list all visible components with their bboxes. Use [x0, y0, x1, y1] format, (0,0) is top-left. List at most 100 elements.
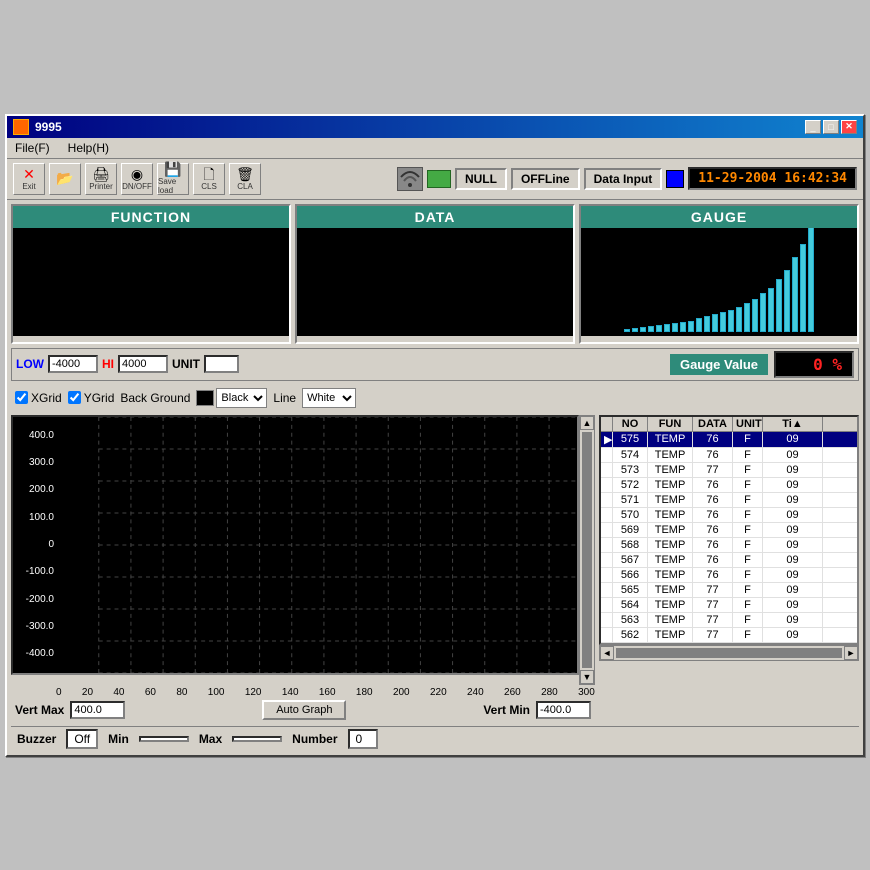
- td-fun: TEMP: [648, 432, 693, 447]
- horizontal-scrollbar[interactable]: ◄ ►: [599, 645, 859, 661]
- td-data: 76: [693, 493, 733, 507]
- offline-status[interactable]: OFFLine: [511, 168, 580, 190]
- td-no: 569: [613, 523, 648, 537]
- td-fun: TEMP: [648, 448, 693, 462]
- table-row[interactable]: 566 TEMP 76 F 09: [601, 568, 857, 583]
- gauge-bar-12: [720, 312, 726, 332]
- saveload-label: Save load: [158, 177, 188, 195]
- h-scroll-thumb[interactable]: [616, 648, 842, 658]
- menu-file[interactable]: File(F): [11, 140, 54, 156]
- td-time: 09: [763, 523, 823, 537]
- saveload-icon: 💾: [164, 162, 181, 176]
- gauge-bar-16: [752, 299, 758, 332]
- y-label-200: 200.0: [15, 484, 56, 495]
- scroll-right-button[interactable]: ►: [844, 646, 858, 660]
- exit-icon: ✕: [23, 167, 35, 181]
- scroll-up-button[interactable]: ▲: [580, 416, 594, 430]
- auto-graph-container: Auto Graph: [131, 700, 477, 720]
- bg-color-selector: Black White Blue Gray: [196, 388, 267, 408]
- dnoff-button[interactable]: ◉ DN/OFF: [121, 163, 153, 195]
- td-unit: F: [733, 553, 763, 567]
- maximize-button[interactable]: □: [823, 120, 839, 134]
- cls-label: CLS: [201, 182, 217, 191]
- td-time: 09: [763, 448, 823, 462]
- menu-help[interactable]: Help(H): [64, 140, 113, 156]
- saveload-button[interactable]: 💾 Save load: [157, 163, 189, 195]
- line-color-dropdown[interactable]: White Black Yellow Green: [302, 388, 356, 408]
- app-icon: [13, 119, 29, 135]
- vert-row: Vert Max Auto Graph Vert Min: [11, 698, 595, 722]
- table-row[interactable]: 565 TEMP 77 F 09: [601, 583, 857, 598]
- td-no: 568: [613, 538, 648, 552]
- auto-graph-button[interactable]: Auto Graph: [262, 700, 346, 720]
- table-row[interactable]: 567 TEMP 76 F 09: [601, 553, 857, 568]
- td-arrow: [601, 478, 613, 492]
- cls-icon: 🗋: [203, 167, 214, 181]
- td-no: 571: [613, 493, 648, 507]
- td-data: 76: [693, 523, 733, 537]
- xgrid-checkbox[interactable]: [15, 391, 28, 404]
- datainput-status[interactable]: Data Input: [584, 168, 663, 190]
- table-row[interactable]: 564 TEMP 77 F 09: [601, 598, 857, 613]
- close-button[interactable]: ✕: [841, 120, 857, 134]
- bg-color-dropdown[interactable]: Black White Blue Gray: [216, 388, 267, 408]
- ygrid-checkbox[interactable]: [68, 391, 81, 404]
- td-data: 76: [693, 448, 733, 462]
- scroll-down-button[interactable]: ▼: [580, 670, 594, 684]
- table-row[interactable]: 563 TEMP 77 F 09: [601, 613, 857, 628]
- table-row[interactable]: 562 TEMP 77 F 09: [601, 628, 857, 643]
- td-fun: TEMP: [648, 598, 693, 612]
- td-arrow: [601, 448, 613, 462]
- bg-color-preview: [196, 390, 214, 406]
- x-label-220: 220: [430, 687, 447, 698]
- td-time: 09: [763, 432, 823, 447]
- table-row[interactable]: 569 TEMP 76 F 09: [601, 523, 857, 538]
- cla-button[interactable]: 🗑 CLA: [229, 163, 261, 195]
- data-table: NO FUN DATA UNIT Ti▲ ▶ 575 TEMP 76 F 09 …: [599, 415, 859, 645]
- td-unit: F: [733, 493, 763, 507]
- td-time: 09: [763, 508, 823, 522]
- cls-button[interactable]: 🗋 CLS: [193, 163, 225, 195]
- hi-value-input[interactable]: [118, 355, 168, 373]
- table-row[interactable]: 574 TEMP 76 F 09: [601, 448, 857, 463]
- td-fun: TEMP: [648, 583, 693, 597]
- scroll-left-button[interactable]: ◄: [600, 646, 614, 660]
- td-time: 09: [763, 493, 823, 507]
- max-label: Max: [199, 732, 222, 746]
- td-arrow: [601, 628, 613, 642]
- vertical-scrollbar[interactable]: ▲ ▼: [579, 415, 595, 685]
- gauge-bar-17: [760, 293, 766, 332]
- vert-max-input[interactable]: [70, 701, 125, 719]
- td-fun: TEMP: [648, 628, 693, 642]
- null-status[interactable]: NULL: [455, 168, 507, 190]
- x-label-80: 80: [176, 687, 187, 698]
- table-row[interactable]: ▶ 575 TEMP 76 F 09: [601, 432, 857, 448]
- number-label: Number: [292, 732, 337, 746]
- top-panels: FUNCTION DATA GAUGE: [11, 204, 859, 344]
- x-label-140: 140: [282, 687, 299, 698]
- printer-button[interactable]: 🖨 Printer: [85, 163, 117, 195]
- td-fun: TEMP: [648, 493, 693, 507]
- low-hi-row: LOW HI UNIT: [16, 355, 239, 373]
- gauge-bar-21: [792, 257, 798, 332]
- scroll-thumb[interactable]: [582, 432, 592, 668]
- table-row[interactable]: 571 TEMP 76 F 09: [601, 493, 857, 508]
- x-label-300: 300: [578, 687, 595, 698]
- gauge-value-display: 0 %: [774, 351, 854, 378]
- minimize-button[interactable]: _: [805, 120, 821, 134]
- exit-button[interactable]: ✕ Exit: [13, 163, 45, 195]
- x-label-60: 60: [145, 687, 156, 698]
- open-icon: 📂: [56, 171, 73, 185]
- table-row[interactable]: 570 TEMP 76 F 09: [601, 508, 857, 523]
- function-panel: FUNCTION: [11, 204, 291, 344]
- td-no: 575: [613, 432, 648, 447]
- low-value-input[interactable]: [48, 355, 98, 373]
- table-row[interactable]: 568 TEMP 76 F 09: [601, 538, 857, 553]
- data-panel: DATA: [295, 204, 575, 344]
- gauge-body: [581, 228, 857, 336]
- table-row[interactable]: 573 TEMP 77 F 09: [601, 463, 857, 478]
- open-button[interactable]: 📂: [49, 163, 81, 195]
- vert-min-input[interactable]: [536, 701, 591, 719]
- table-row[interactable]: 572 TEMP 76 F 09: [601, 478, 857, 493]
- unit-value-input[interactable]: [204, 355, 239, 373]
